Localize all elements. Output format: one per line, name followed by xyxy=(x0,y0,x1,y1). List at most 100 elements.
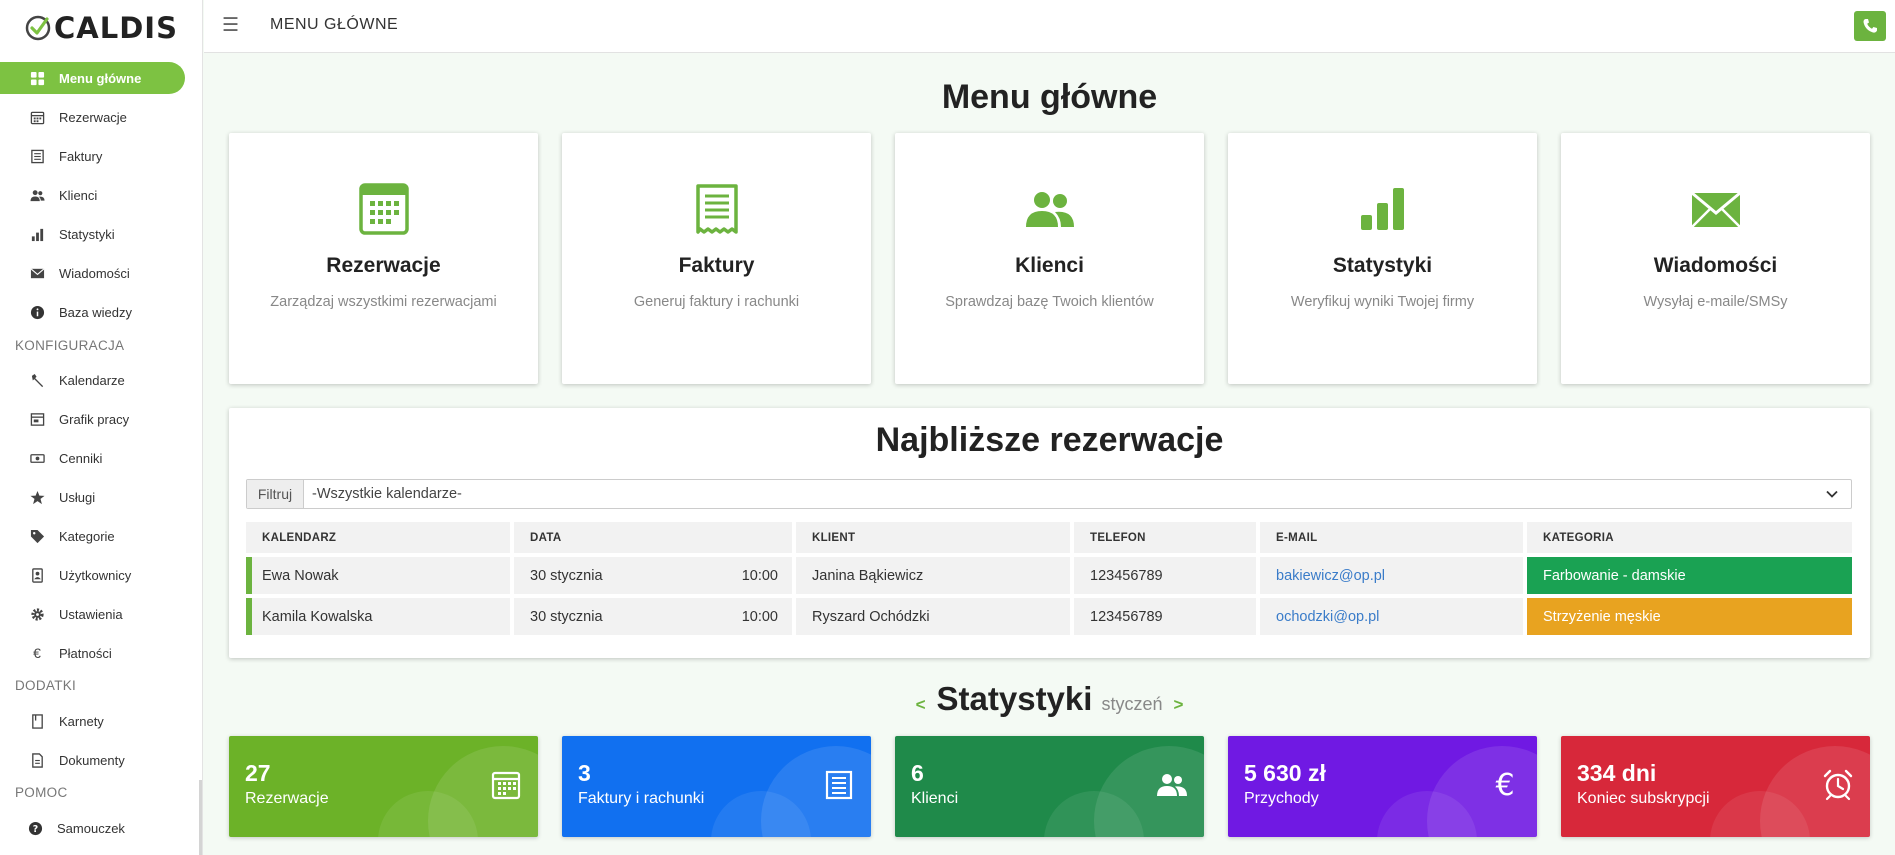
sidebar-item-label: Użytkownicy xyxy=(59,567,132,583)
sidebar-section-pomoc: POMOC xyxy=(15,785,68,800)
wrench-icon xyxy=(27,370,47,390)
column-header-kategoria[interactable]: KATEGORIA xyxy=(1527,522,1852,553)
card-statystyki[interactable]: Statystyki Weryfikuj wyniki Twojej firmy xyxy=(1228,133,1537,384)
card-wiadomosci[interactable]: Wiadomości Wysyłaj e-maile/SMSy xyxy=(1561,133,1870,384)
stat-value: 3 xyxy=(578,760,591,786)
calendar-icon xyxy=(489,768,523,802)
cell-phone[interactable]: 123456789 xyxy=(1074,557,1256,594)
sidebar-item-baza-wiedzy[interactable]: Baza wiedzy xyxy=(0,296,132,328)
sidebar-item-faktury[interactable]: Faktury xyxy=(0,140,102,172)
sidebar-item-ustawienia[interactable]: Ustawienia xyxy=(0,598,123,630)
next-month-button[interactable]: > xyxy=(1173,695,1183,715)
cell-phone[interactable]: 123456789 xyxy=(1074,598,1256,635)
sidebar-item-label: Płatności xyxy=(59,645,112,661)
cell-email-link[interactable]: ochodzki@op.pl xyxy=(1260,598,1523,635)
sidebar-item-label: Samouczek xyxy=(57,820,125,836)
prev-month-button[interactable]: < xyxy=(916,695,926,715)
column-header-telefon[interactable]: TELEFON xyxy=(1074,522,1256,553)
stat-tile-faktury[interactable]: 3 Faktury i rachunki xyxy=(562,736,871,837)
cell-calendar[interactable]: Ewa Nowak xyxy=(252,557,510,594)
cell-client[interactable]: Janina Bąkiewicz xyxy=(796,557,1070,594)
sidebar-section-dodatki: DODATKI xyxy=(15,678,77,693)
stat-label: Faktury i rachunki xyxy=(578,790,705,807)
sidebar-item-wiadomosci[interactable]: Wiadomości xyxy=(0,257,130,289)
sidebar-item-uslugi[interactable]: Usługi xyxy=(0,481,95,513)
calendar-icon xyxy=(358,183,409,235)
sidebar-item-dokumenty[interactable]: Dokumenty xyxy=(0,744,125,776)
schedule-icon xyxy=(27,409,47,429)
column-header-kalendarz[interactable]: KALENDARZ xyxy=(246,522,510,553)
stat-tile-przychody[interactable]: 5 630 zł Przychody € xyxy=(1228,736,1537,837)
phone-button[interactable] xyxy=(1854,11,1886,41)
calendar-filter: Filtruj -Wszystkie kalendarze- xyxy=(246,479,1852,509)
sidebar-item-label: Usługi xyxy=(59,489,96,505)
calendar-icon xyxy=(27,107,47,127)
card-title: Statystyki xyxy=(1332,254,1433,277)
sidebar-scrollbar[interactable] xyxy=(199,780,202,855)
logo-text: CALDIS xyxy=(54,10,178,45)
logo[interactable]: CALDIS xyxy=(0,0,202,55)
sidebar-item-label: Ustawienia xyxy=(59,606,123,622)
euro-icon: € xyxy=(33,645,41,661)
sidebar-item-label: Karnety xyxy=(59,713,104,729)
chevron-down-icon xyxy=(1826,490,1838,498)
sidebar-item-kalendarze[interactable]: Kalendarze xyxy=(0,364,125,396)
sidebar-item-label: Grafik pracy xyxy=(59,411,130,427)
cell-category[interactable]: Strzyżenie męskie xyxy=(1527,598,1852,635)
document-icon xyxy=(27,750,47,770)
bar-chart-icon xyxy=(1360,188,1404,230)
stat-label: Przychody xyxy=(1244,790,1319,807)
stat-tile-klienci[interactable]: 6 Klienci xyxy=(895,736,1204,837)
stats-title: Statystyki xyxy=(936,680,1093,717)
sidebar-item-statystyki[interactable]: Statystyki xyxy=(0,218,115,250)
sidebar-item-grafik-pracy[interactable]: Grafik pracy xyxy=(0,403,129,435)
card-description: Zarządzaj wszystkimi rezerwacjami xyxy=(270,294,497,310)
column-header-klient[interactable]: KLIENT xyxy=(796,522,1070,553)
hamburger-menu-icon[interactable]: ☰ xyxy=(222,14,239,37)
card-rezerwacje[interactable]: Rezerwacje Zarządzaj wszystkimi rezerwac… xyxy=(229,133,538,384)
stat-tile-koniec-subskrypcji[interactable]: 334 dni Koniec subskrypcji xyxy=(1561,736,1870,837)
sidebar-item-label: Rezerwacje xyxy=(59,109,127,125)
column-header-email[interactable]: E-MAIL xyxy=(1260,522,1523,553)
date-text: 30 stycznia xyxy=(530,567,603,584)
phone-icon xyxy=(1863,19,1877,33)
reservations-title: Najbliższe rezerwacje xyxy=(875,421,1224,459)
cell-client[interactable]: Ryszard Ochódzki xyxy=(796,598,1070,635)
invoice-icon xyxy=(695,184,738,234)
cell-calendar[interactable]: Kamila Kowalska xyxy=(252,598,510,635)
sidebar-item-karnety[interactable]: Karnety xyxy=(0,705,104,737)
sidebar-item-label: Wiadomości xyxy=(59,265,130,281)
cell-category[interactable]: Farbowanie - damskie xyxy=(1527,557,1852,594)
user-badge-icon xyxy=(27,565,47,585)
stat-label: Klienci xyxy=(911,790,959,807)
stats-month: styczeń xyxy=(1101,694,1163,714)
cell-email-link[interactable]: bakiewicz@op.pl xyxy=(1260,557,1523,594)
cell-date[interactable]: 30 stycznia 10:00 xyxy=(514,598,792,635)
cell-date[interactable]: 30 stycznia 10:00 xyxy=(514,557,792,594)
card-description: Generuj faktury i rachunki xyxy=(633,294,800,310)
sidebar-item-uzytkownicy[interactable]: Użytkownicy xyxy=(0,559,131,591)
sidebar-section-konfiguracja: KONFIGURACJA xyxy=(15,338,125,353)
sidebar-item-rezerwacje[interactable]: Rezerwacje xyxy=(0,101,127,133)
card-title: Klienci xyxy=(1015,254,1084,277)
upcoming-reservations-panel: Najbliższe rezerwacje Filtruj -Wszystkie… xyxy=(229,408,1870,658)
sidebar-item-samouczek[interactable]: ? Samouczek xyxy=(0,812,125,844)
stat-value: 5 630 zł xyxy=(1244,760,1326,786)
stat-tile-rezerwacje[interactable]: 27 Rezerwacje xyxy=(229,736,538,837)
stat-label: Koniec subskrypcji xyxy=(1577,790,1710,807)
sidebar-item-platnosci[interactable]: € Płatności xyxy=(0,637,112,669)
sidebar-item-menu-glowne[interactable]: Menu główne xyxy=(0,62,185,94)
sidebar-item-cenniki[interactable]: Cenniki xyxy=(0,442,102,474)
sidebar-item-kategorie[interactable]: Kategorie xyxy=(0,520,115,552)
question-icon: ? xyxy=(25,818,45,838)
sidebar-item-label: Menu główne xyxy=(59,70,142,86)
card-klienci[interactable]: Klienci Sprawdzaj bazę Twoich klientów xyxy=(895,133,1204,384)
filter-label: Filtruj xyxy=(247,480,304,508)
calendar-filter-select[interactable]: -Wszystkie kalendarze- xyxy=(304,480,1851,508)
gear-icon xyxy=(27,604,47,624)
filter-selected-value: -Wszystkie kalendarze- xyxy=(312,486,462,502)
card-faktury[interactable]: Faktury Generuj faktury i rachunki xyxy=(562,133,871,384)
sidebar-item-klienci[interactable]: Klienci xyxy=(0,179,97,211)
column-header-data[interactable]: DATA xyxy=(514,522,792,553)
time-text: 10:00 xyxy=(741,608,778,625)
